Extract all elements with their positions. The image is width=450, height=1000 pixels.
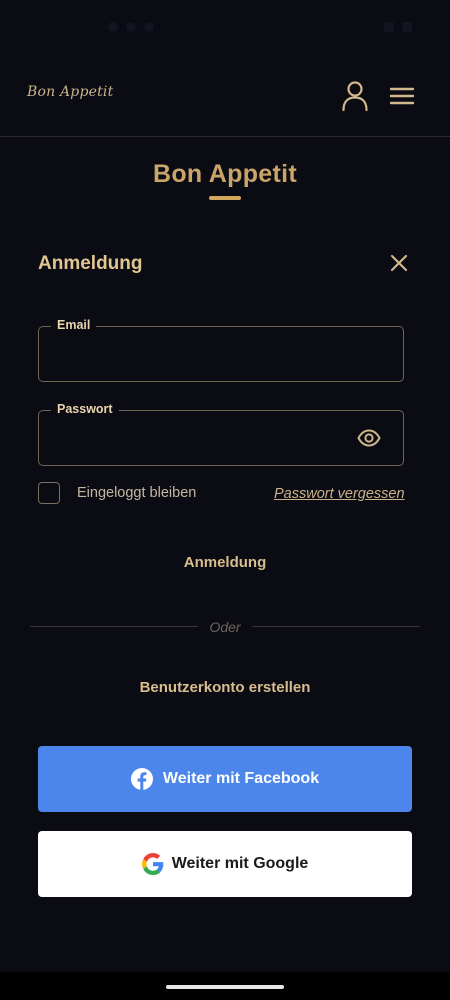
google-icon [141,853,163,875]
status-notification-icons [108,22,154,32]
divider-right [252,626,420,627]
facebook-icon [130,768,153,790]
facebook-login-button[interactable]: Weiter mit Facebook [38,746,412,812]
remember-me: Eingeloggt bleiben [38,482,196,504]
google-login-button[interactable]: Weiter mit Google [38,831,412,897]
remember-me-label: Eingeloggt bleiben [77,485,197,501]
password-field: Passwort [38,402,404,466]
close-icon [390,254,408,272]
menu-button[interactable] [388,84,416,108]
page-title: Bon Appetit [152,160,297,188]
email-field: Email [38,318,404,382]
login-button[interactable]: Anmeldung [0,554,450,571]
login-dialog-title: Anmeldung [38,253,143,274]
status-bar [0,0,450,50]
eye-icon [357,429,381,447]
home-indicator[interactable] [166,985,284,989]
email-input[interactable] [39,327,403,381]
title-underline [209,196,241,200]
brand-logo[interactable]: Bon Appetit [27,84,113,100]
forgot-password-link[interactable]: Passwort vergessen [274,486,405,502]
close-dialog-button[interactable] [388,252,410,274]
toggle-password-visibility-button[interactable] [357,428,381,448]
account-button[interactable] [340,80,370,112]
google-button-label: Weiter mit Google [171,855,309,872]
create-account-button[interactable]: Benutzerkonto erstellen [0,679,450,696]
divider-or-text: Oder [209,619,241,635]
password-input[interactable] [39,411,403,465]
facebook-button-label: Weiter mit Facebook [162,770,320,787]
remember-me-checkbox[interactable] [38,482,60,504]
user-icon [342,81,368,112]
status-system-icons [384,22,412,32]
hamburger-menu-icon [389,87,415,105]
top-app-bar: Bon Appetit [0,50,450,137]
